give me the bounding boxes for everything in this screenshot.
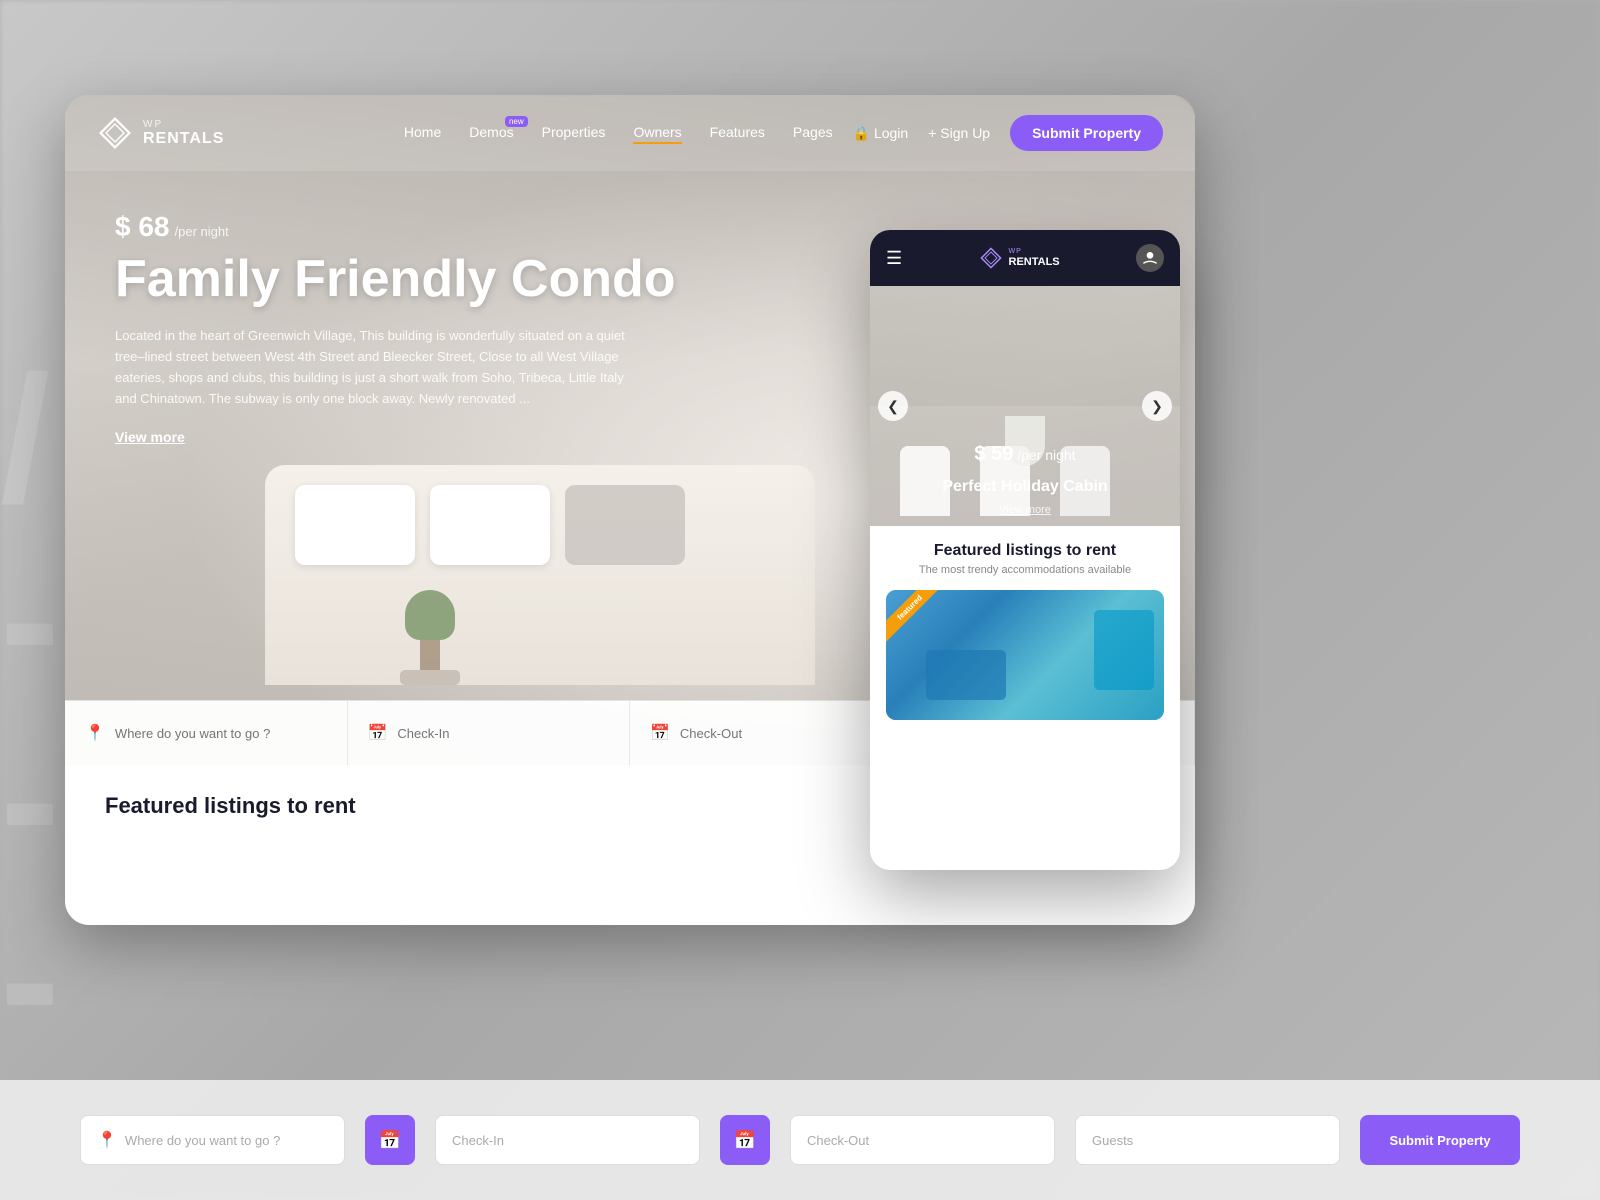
bottom-checkin-text: Check-In xyxy=(452,1133,504,1148)
featured-badge: featured xyxy=(886,590,946,644)
calendar-icon: 📅 xyxy=(379,1130,401,1151)
hero-content: $ 68 /per night Family Friendly Condo Lo… xyxy=(65,171,1195,487)
location-pin-icon: 📍 xyxy=(85,723,105,743)
pillow-1 xyxy=(295,485,415,565)
curtain xyxy=(1094,610,1154,690)
prev-button[interactable]: ❮ xyxy=(878,391,908,421)
mobile-view-more[interactable]: View more xyxy=(870,504,1180,516)
bottom-guests-field: Guests xyxy=(1075,1115,1340,1165)
price-amount: $ 68 xyxy=(115,211,170,242)
price-unit: /per night xyxy=(175,224,229,239)
nav-home[interactable]: Home xyxy=(404,124,441,140)
mobile-featured: Featured listings to rent The most trend… xyxy=(870,526,1180,736)
checkout-input[interactable] xyxy=(680,726,892,741)
logo-rentals: RENTALS xyxy=(143,130,224,148)
logo: WP RENTALS xyxy=(97,115,224,151)
nav-owners[interactable]: Owners xyxy=(633,124,681,144)
location-icon: 📍 xyxy=(97,1130,117,1150)
bottom-checkout-text: Check-Out xyxy=(807,1133,869,1148)
navbar: WP RENTALS Home Demos new Properties Own… xyxy=(65,95,1195,171)
bottom-checkin-field: Check-In xyxy=(435,1115,700,1165)
pillow-2 xyxy=(430,485,550,565)
bottom-guests-text: Guests xyxy=(1092,1133,1133,1148)
view-more-link[interactable]: View more xyxy=(115,429,185,445)
logo-diamond-icon xyxy=(97,115,133,151)
bottom-checkout-btn: 📅 xyxy=(720,1115,770,1165)
bed-decoration xyxy=(265,465,815,685)
bottom-submit-btn[interactable]: Submit Property xyxy=(1360,1115,1520,1165)
mobile-listing-card[interactable]: featured xyxy=(886,590,1164,720)
pillow-3 xyxy=(565,485,685,565)
hero-description: Located in the heart of Greenwich Villag… xyxy=(115,326,635,409)
nav-demos-badge: new xyxy=(505,116,528,127)
bottom-location-text: Where do you want to go ? xyxy=(125,1133,280,1148)
bottom-location-field: 📍 Where do you want to go ? xyxy=(80,1115,345,1165)
featured-badge-wrapper: featured xyxy=(886,590,946,650)
nav-links: Home Demos new Properties Owners Feature… xyxy=(404,124,833,142)
nav-properties[interactable]: Properties xyxy=(542,124,606,140)
sofa xyxy=(926,650,1006,700)
plant-decoration xyxy=(405,590,455,685)
next-button[interactable]: ❯ xyxy=(1142,391,1172,421)
nav-auth: 🔒 Login + Sign Up Submit Property xyxy=(853,115,1163,151)
lock-icon: 🔒 xyxy=(853,125,870,141)
bottom-search-bar: 📍 Where do you want to go ? 📅 Check-In 📅… xyxy=(0,1080,1600,1200)
nav-signup[interactable]: + Sign Up xyxy=(928,125,990,141)
nav-login[interactable]: 🔒 Login xyxy=(853,125,909,142)
mobile-featured-title: Featured listings to rent xyxy=(886,542,1164,560)
hero-title: Family Friendly Condo xyxy=(115,251,1145,308)
price-label: $ 68 /per night xyxy=(115,211,1145,243)
logo-wp: WP xyxy=(143,119,224,130)
nav-login-label: Login xyxy=(874,125,908,141)
submit-property-button[interactable]: Submit Property xyxy=(1010,115,1163,151)
logo-text: WP RENTALS xyxy=(143,119,224,148)
checkout-calendar-icon: 📅 xyxy=(650,723,670,743)
calendar2-icon: 📅 xyxy=(734,1130,756,1151)
bottom-checkout-field: Check-Out xyxy=(790,1115,1055,1165)
location-input[interactable] xyxy=(115,726,327,741)
checkin-calendar-icon: 📅 xyxy=(368,723,388,743)
bottom-checkin-btn: 📅 xyxy=(365,1115,415,1165)
bottom-submit-label: Submit Property xyxy=(1389,1133,1490,1148)
mobile-featured-subtitle: The most trendy accommodations available xyxy=(886,564,1164,576)
checkin-field[interactable]: 📅 xyxy=(348,701,631,765)
nav-features[interactable]: Features xyxy=(710,124,765,140)
nav-pages[interactable]: Pages xyxy=(793,124,833,140)
checkin-input[interactable] xyxy=(397,726,609,741)
location-field[interactable]: 📍 xyxy=(65,701,348,765)
